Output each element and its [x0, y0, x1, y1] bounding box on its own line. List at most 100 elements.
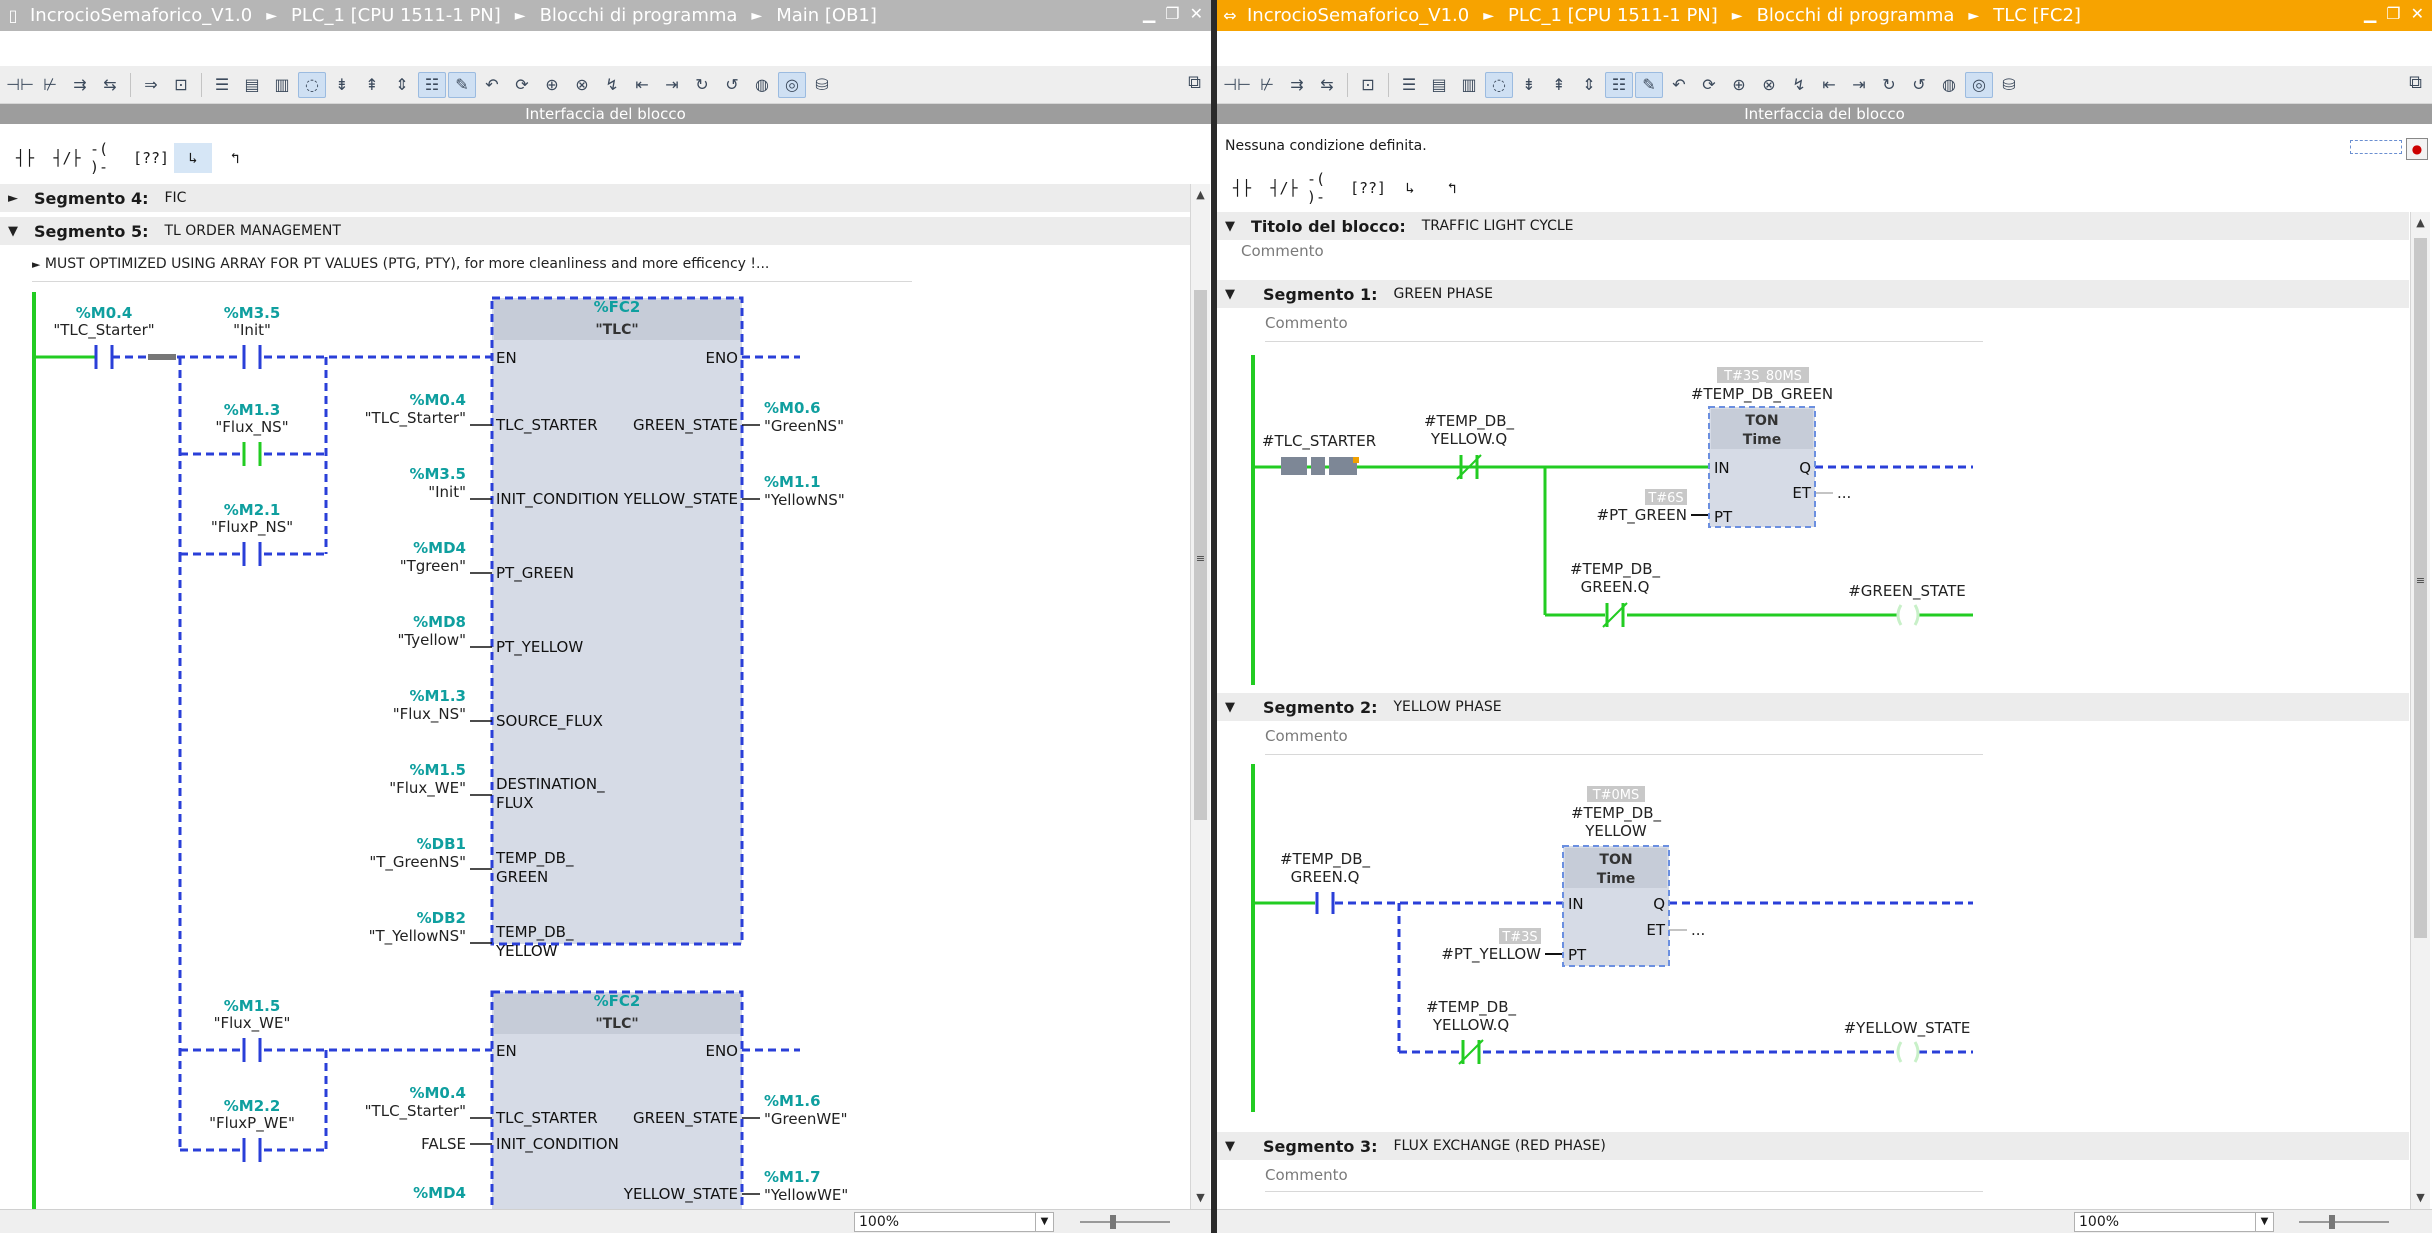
contact-1[interactable]: %M3.5"Init"	[224, 304, 281, 369]
close-branch-icon[interactable]: ↰	[1433, 173, 1471, 203]
toolbar-button[interactable]: ◌	[1485, 71, 1513, 98]
contact-temp-db-yellow-q[interactable]: #TEMP_DB_ YELLOW.Q	[1424, 412, 1515, 480]
network-comment[interactable]: Commento	[1265, 1166, 1983, 1192]
toolbar-button[interactable]: ↶	[1665, 72, 1693, 98]
toolbar-button[interactable]: ☷	[1605, 71, 1633, 98]
breadcrumb-project[interactable]: IncrocioSemaforico_V1.0	[1243, 5, 1473, 26]
toolbar-button[interactable]: ⊣⊢	[6, 72, 34, 98]
minimize-icon[interactable]: ▁	[2364, 4, 2376, 23]
scroll-up-icon[interactable]: ▲	[2411, 214, 2430, 232]
vertical-scrollbar[interactable]: ▲ ≡ ▼	[2410, 212, 2430, 1209]
toolbar-button[interactable]: ✎	[448, 71, 476, 98]
network-comment[interactable]: Commento	[1265, 314, 1983, 342]
toolbar-button[interactable]: ↯	[1785, 72, 1813, 98]
toolbar-button[interactable]: ◎	[778, 71, 806, 98]
breadcrumb-project[interactable]: IncrocioSemaforico_V1.0	[26, 5, 256, 26]
coil-icon[interactable]: -( )-	[1307, 170, 1345, 206]
title-bar[interactable]: ⇔ IncrocioSemaforico_V1.0 ► PLC_1 [CPU 15…	[1217, 0, 2432, 31]
contact-tlc-starter[interactable]: #TLC_STARTER	[1262, 432, 1376, 475]
toolbar-button[interactable]: ⇒	[137, 72, 165, 98]
toolbar-button[interactable]: ◍	[1935, 72, 1963, 98]
toolbar-button[interactable]: ⊗	[1755, 72, 1783, 98]
title-bar[interactable]: ▯ IncrocioSemaforico_V1.0 ► PLC_1 [CPU 15…	[0, 0, 1211, 31]
toolbar-button[interactable]: ⊕	[1725, 72, 1753, 98]
toolbar-button[interactable]: ▤	[238, 72, 266, 98]
toolbar-button[interactable]: ⇉	[1283, 72, 1311, 98]
toolbar-button[interactable]: ⇕	[1575, 72, 1603, 98]
toolbar-button[interactable]: ⛁	[808, 72, 836, 98]
network-comment[interactable]: ► MUST OPTIMIZED USING ARRAY FOR PT VALU…	[32, 252, 912, 282]
open-branch-icon[interactable]: ↳	[174, 143, 212, 173]
breadcrumb-blocks[interactable]: Blocchi di programma	[1753, 5, 1959, 26]
contact-2[interactable]: %M1.3"Flux_NS"	[215, 401, 289, 466]
fc-call-block-1[interactable]: %FC2 "TLC" EN ENO %M0.4"TLC_Starter" TLC_…	[365, 296, 845, 960]
network-comment[interactable]: Commento	[1265, 727, 1983, 755]
toolbar-button[interactable]: ⇟	[1515, 72, 1543, 98]
empty-box-icon[interactable]: [??]	[132, 143, 170, 173]
minimize-icon[interactable]: ▁	[1143, 4, 1155, 23]
close-branch-icon[interactable]: ↰	[216, 143, 254, 173]
toolbar-button[interactable]: ⟳	[508, 72, 536, 98]
zoom-select[interactable]: 100% ▼	[2074, 1212, 2274, 1232]
contact-temp-db-green-q[interactable]: #TEMP_DB_ GREEN.Q	[1570, 560, 1661, 628]
network-header-5[interactable]: ▼ Segmento 5: TL ORDER MANAGEMENT	[0, 217, 1190, 245]
normally-closed-contact-icon[interactable]: ┤/├	[1265, 173, 1303, 203]
splitter-grip-icon[interactable]: ≡	[1191, 550, 1210, 568]
contact-4[interactable]: %M1.5"Flux_WE"	[214, 997, 291, 1062]
toolbar-button[interactable]: ◌	[298, 71, 326, 98]
settings-icon[interactable]: ⧉	[2409, 72, 2422, 93]
normally-closed-contact-icon[interactable]: ┤/├	[48, 143, 86, 173]
block-comment[interactable]: Commento	[1241, 242, 2401, 266]
zoom-slider[interactable]	[1080, 1215, 1170, 1229]
toolbar-button[interactable]: ⇞	[358, 72, 386, 98]
collapse-icon[interactable]: ▼	[1217, 700, 1243, 715]
toolbar-button[interactable]: ◍	[748, 72, 776, 98]
expand-icon[interactable]: ►	[32, 258, 40, 271]
network-header-1[interactable]: ▼ Segmento 1: GREEN PHASE	[1217, 280, 2409, 308]
restore-icon[interactable]: ❐	[2386, 4, 2400, 23]
toolbar-button[interactable]: ⇆	[96, 72, 124, 98]
toolbar-button[interactable]: ⇥	[1845, 72, 1873, 98]
network-header-3[interactable]: ▼ Segmento 3: FLUX EXCHANGE (RED PHASE)	[1217, 1132, 2409, 1160]
toolbar-button[interactable]: ✎	[1635, 71, 1663, 98]
normally-open-contact-icon[interactable]: ┤├	[6, 143, 44, 173]
toolbar-button[interactable]: ⊡	[167, 72, 195, 98]
breadcrumb-blocks[interactable]: Blocchi di programma	[536, 5, 742, 26]
toolbar-button[interactable]: ↺	[1905, 72, 1933, 98]
scroll-down-icon[interactable]: ▼	[1191, 1189, 1210, 1207]
network-header-4[interactable]: ► Segmento 4: FIC	[0, 184, 1190, 212]
restore-icon[interactable]: ❐	[1165, 4, 1179, 23]
settings-icon[interactable]: ⧉	[1188, 72, 1201, 93]
toolbar-button[interactable]: ⇞	[1545, 72, 1573, 98]
breakpoint-icon[interactable]: ●	[2406, 138, 2428, 160]
toolbar-button[interactable]: ↺	[718, 72, 746, 98]
collapse-icon[interactable]: ▼	[1217, 287, 1243, 302]
timer-ton-green[interactable]: T#3S_80MS #TEMP_DB_GREEN TON Time IN Q E…	[1597, 367, 1852, 528]
toolbar-button[interactable]: ⊗	[568, 72, 596, 98]
network-header-2[interactable]: ▼ Segmento 2: YELLOW PHASE	[1217, 693, 2409, 721]
block-interface-splitter[interactable]: Interfaccia del blocco	[1217, 104, 2432, 124]
toolbar-button[interactable]: ⇤	[628, 72, 656, 98]
toolbar-button[interactable]: ☰	[1395, 72, 1423, 98]
toolbar-button[interactable]: ↻	[688, 72, 716, 98]
chevron-down-icon[interactable]: ▼	[1035, 1213, 1053, 1231]
toolbar-button[interactable]: ⊬	[1253, 72, 1281, 98]
toolbar-button[interactable]: ↻	[1875, 72, 1903, 98]
contact-5[interactable]: %M2.2"FluxP_WE"	[209, 1097, 295, 1162]
coil-green-state[interactable]: #GREEN_STATE	[1848, 582, 1966, 626]
toolbar-button[interactable]: ↯	[598, 72, 626, 98]
toolbar-button[interactable]: ▤	[1425, 72, 1453, 98]
toolbar-button[interactable]: ☷	[418, 71, 446, 98]
breadcrumb-block[interactable]: Main [OB1]	[772, 5, 881, 26]
close-icon[interactable]: ✕	[1190, 4, 1203, 23]
fc-call-block-2[interactable]: %FC2 "TLC" EN ENO %M0.4"TLC_Starter" TLC_…	[365, 990, 849, 1210]
toolbar-button[interactable]: ⇉	[66, 72, 94, 98]
dock-icon[interactable]: ⇔	[1217, 6, 1243, 25]
collapse-icon[interactable]: ▼	[1217, 219, 1243, 234]
open-branch-icon[interactable]: ↳	[1391, 173, 1429, 203]
breadcrumb-block[interactable]: TLC [FC2]	[1989, 5, 2085, 26]
toolbar-button[interactable]: ⇤	[1815, 72, 1843, 98]
contact-0[interactable]: %M0.4"TLC_Starter"	[53, 304, 155, 369]
zoom-slider[interactable]	[2299, 1215, 2389, 1229]
breadcrumb-plc[interactable]: PLC_1 [CPU 1511-1 PN]	[1504, 5, 1722, 26]
